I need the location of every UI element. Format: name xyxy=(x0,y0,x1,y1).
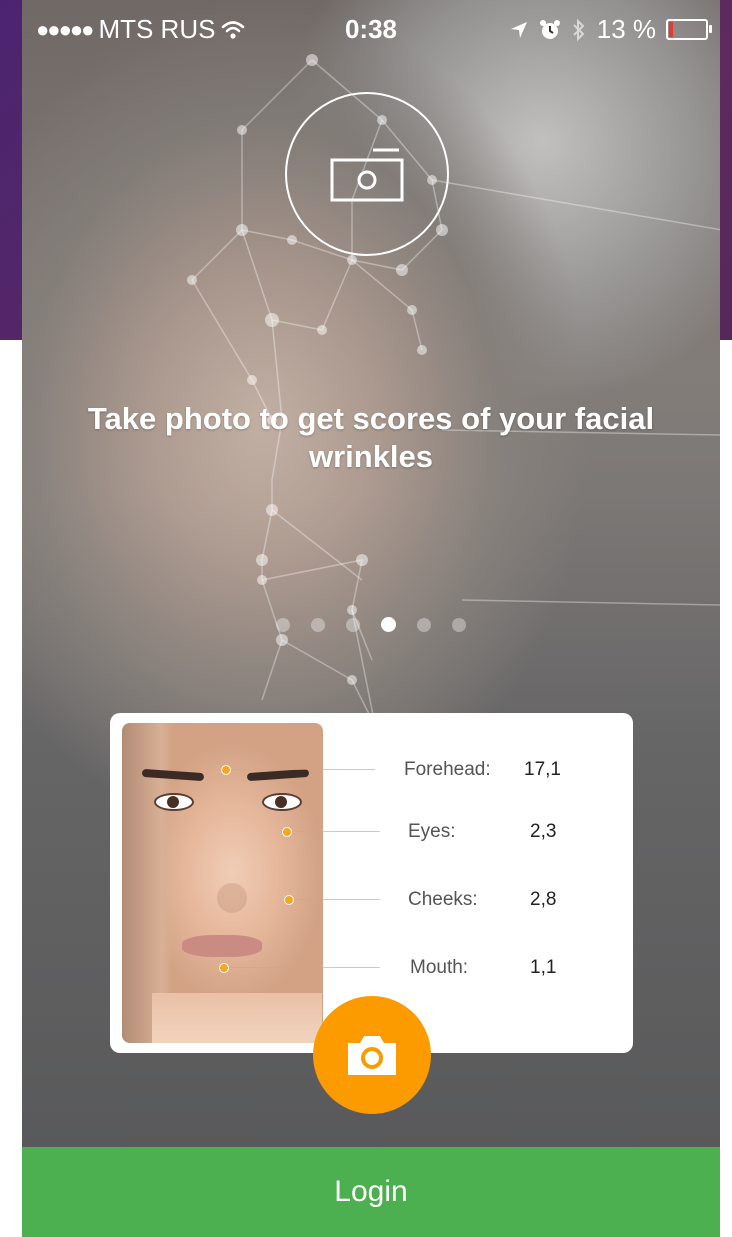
photo-lips xyxy=(182,935,262,957)
login-button[interactable]: Login xyxy=(22,1147,720,1237)
marker-mouth xyxy=(219,963,229,973)
battery-icon xyxy=(666,19,712,40)
score-label-cheeks: Cheeks: xyxy=(408,889,478,910)
bluetooth-icon xyxy=(573,18,585,41)
page-dot-1[interactable] xyxy=(276,617,290,632)
page-dot-5[interactable] xyxy=(417,617,431,632)
marker-cheeks xyxy=(284,895,294,905)
photo-nose xyxy=(217,883,247,913)
score-value-eyes: 2,3 xyxy=(530,821,557,842)
marker-forehead xyxy=(221,765,231,775)
photo-eye-right xyxy=(262,793,302,811)
camera-icon xyxy=(330,148,404,202)
alarm-clock-icon xyxy=(539,19,560,39)
leader-line-cheeks xyxy=(288,899,380,900)
page-dot-4[interactable] xyxy=(381,617,396,632)
score-label-forehead: Forehead: xyxy=(404,759,491,780)
battery-percentage: 13 % xyxy=(596,14,656,44)
battery-level xyxy=(669,22,673,37)
camera-ring xyxy=(285,92,449,256)
location-arrow-icon xyxy=(510,21,527,38)
score-value-forehead: 17,1 xyxy=(524,759,561,780)
leader-line-eyes xyxy=(285,831,380,832)
page-dot-6[interactable] xyxy=(452,617,466,632)
score-value-cheeks: 2,8 xyxy=(530,889,557,910)
page-dot-2[interactable] xyxy=(311,617,325,632)
marker-eyes xyxy=(282,827,292,837)
status-bar: ●●●●● MTS RUS 0:38 13 % xyxy=(22,0,720,60)
leader-line-mouth xyxy=(223,967,380,968)
score-value-mouth: 1,1 xyxy=(530,957,557,978)
onboarding-headline: Take photo to get scores of your facial … xyxy=(87,401,655,474)
leader-line-forehead xyxy=(225,769,375,770)
score-label-mouth: Mouth: xyxy=(410,957,469,978)
score-label-eyes: Eyes: xyxy=(408,821,456,842)
camera-icon xyxy=(348,1036,396,1075)
phone-screen: ●●●●● MTS RUS 0:38 13 % Take photo to ge… xyxy=(22,0,720,1237)
photo-eye-left xyxy=(154,793,194,811)
page-dot-3[interactable] xyxy=(346,617,360,632)
status-bar-right: 13 % xyxy=(509,14,712,45)
photo-neck xyxy=(152,993,322,1043)
photo-brow-right xyxy=(246,768,310,782)
page-indicator[interactable] xyxy=(276,617,466,632)
take-photo-button[interactable] xyxy=(313,996,431,1114)
